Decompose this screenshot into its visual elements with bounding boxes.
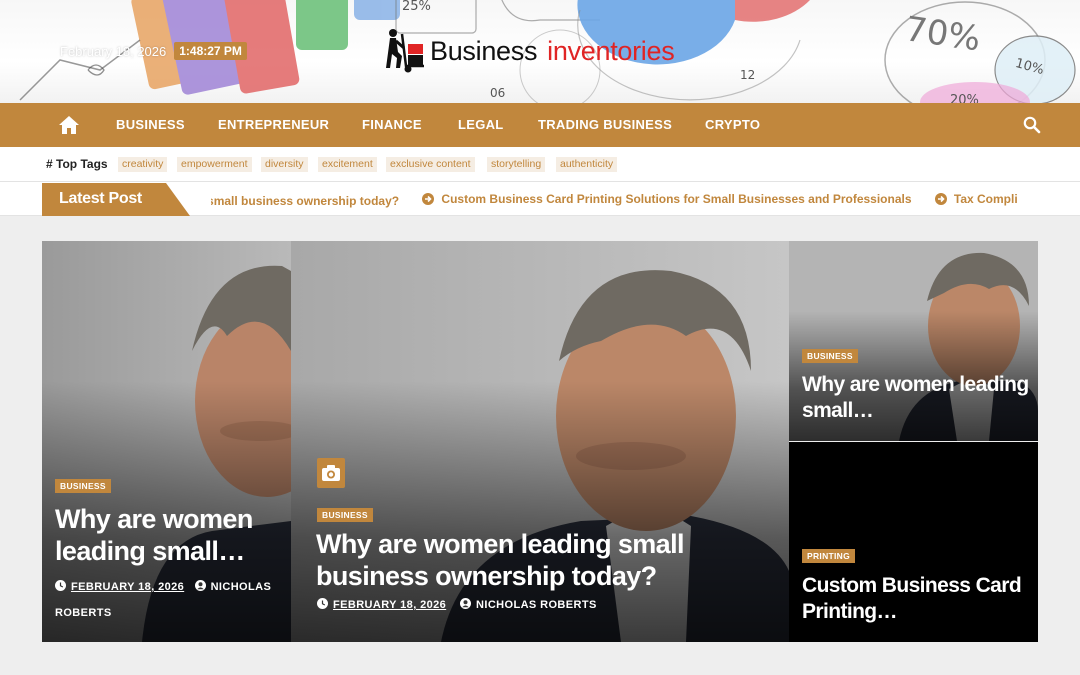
ticker-row: Why are women leading small business own… bbox=[211, 192, 1018, 208]
nav-item-trading-business[interactable]: TRADING BUSINESS bbox=[538, 117, 672, 132]
arrow-circle-right-icon bbox=[934, 193, 947, 205]
clock-icon bbox=[55, 580, 66, 591]
clock-icon bbox=[317, 598, 328, 609]
post-title[interactable]: Why are women leading small… bbox=[802, 372, 1032, 423]
ticker-item-title: Custom Business Card Printing Solutions … bbox=[441, 192, 912, 206]
featured-post-card-left[interactable]: BUSINESS Why are women leading small… FE… bbox=[42, 241, 291, 642]
banner-label-12: 12 bbox=[740, 68, 755, 82]
nav-item-legal[interactable]: LEGAL bbox=[458, 117, 504, 132]
header-banner: 25% 12 06 70% 10% 20% February 18, 2026 … bbox=[0, 0, 1080, 103]
post-author[interactable]: NICHOLAS ROBERTS bbox=[476, 599, 597, 611]
category-badge[interactable]: PRINTING bbox=[802, 549, 856, 563]
main-navigation: BUSINESS ENTREPRENEUR FINANCE LEGAL TRAD… bbox=[0, 103, 1080, 147]
ticker-item-title: Tax Compli bbox=[953, 192, 1018, 206]
post-title[interactable]: Why are women leading small… bbox=[55, 503, 285, 568]
ticker-item-title: Why are women leading small business own… bbox=[211, 194, 400, 208]
post-title[interactable]: Custom Business Card Printing… bbox=[802, 573, 1032, 624]
post-title[interactable]: Why are women leading small business own… bbox=[316, 528, 756, 593]
featured-post-card-top-right[interactable]: BUSINESS Why are women leading small… bbox=[789, 241, 1038, 441]
tag-empowerment[interactable]: empowerment bbox=[177, 157, 252, 172]
header-datetime: February 18, 2026 1:48:27 PM bbox=[60, 42, 247, 60]
site-logo[interactable]: Business inventories bbox=[380, 28, 675, 74]
latest-post-label: Latest Post bbox=[59, 190, 142, 207]
banner-label-25: 25% bbox=[402, 0, 431, 14]
tag-storytelling[interactable]: storytelling bbox=[487, 157, 546, 172]
logo-word-business: Business bbox=[430, 35, 538, 66]
header-time: 1:48:27 PM bbox=[174, 42, 247, 60]
ticker-window: Why are women leading small business own… bbox=[211, 182, 1038, 216]
post-date[interactable]: FEBRUARY 18, 2026 bbox=[333, 599, 446, 611]
hand-truck-icon bbox=[386, 29, 424, 73]
category-badge[interactable]: BUSINESS bbox=[55, 479, 111, 493]
featured-post-card-center[interactable]: BUSINESS Why are women leading small bus… bbox=[291, 241, 789, 642]
ticker-item[interactable]: Tax Compli bbox=[934, 192, 1018, 206]
tag-creativity[interactable]: creativity bbox=[118, 157, 168, 172]
category-badge[interactable]: BUSINESS bbox=[317, 508, 373, 522]
featured-post-card-bottom-right[interactable]: PRINTING Custom Business Card Printing… bbox=[789, 442, 1038, 642]
nav-item-finance[interactable]: FINANCE bbox=[362, 117, 422, 132]
banner-label-06: 06 bbox=[490, 86, 505, 100]
post-meta: FEBRUARY 18, 2026 NICHOLAS ROBERTS bbox=[317, 598, 597, 611]
logo-word-inventories: inventories bbox=[547, 35, 675, 66]
tag-diversity[interactable]: diversity bbox=[261, 157, 308, 172]
nav-item-entrepreneur[interactable]: ENTREPRENEUR bbox=[218, 117, 329, 132]
user-icon bbox=[194, 580, 206, 591]
ticker-item[interactable]: Why are women leading small business own… bbox=[211, 194, 399, 208]
category-badge[interactable]: BUSINESS bbox=[802, 349, 858, 363]
user-icon bbox=[460, 598, 472, 609]
banner-label-20: 20% bbox=[950, 93, 979, 103]
top-tags-bar: # Top Tags creativity empowerment divers… bbox=[0, 147, 1080, 182]
search-icon[interactable] bbox=[1022, 115, 1042, 135]
nav-item-business[interactable]: BUSINESS bbox=[116, 117, 185, 132]
latest-post-ticker: Latest Post Why are women leading small … bbox=[0, 182, 1080, 216]
banner-label-70: 70% bbox=[903, 9, 983, 59]
tag-authenticity[interactable]: authenticity bbox=[556, 157, 618, 172]
post-meta: FEBRUARY 18, 2026 NICHOLAS ROBERTS bbox=[55, 574, 285, 626]
header-date: February 18, 2026 bbox=[60, 43, 167, 59]
tag-exclusive-content[interactable]: exclusive content bbox=[386, 157, 475, 172]
tag-excitement[interactable]: excitement bbox=[318, 157, 377, 172]
arrow-circle-right-icon bbox=[422, 193, 435, 205]
post-date[interactable]: FEBRUARY 18, 2026 bbox=[71, 581, 184, 593]
home-icon[interactable] bbox=[58, 114, 80, 136]
top-tags-title: # Top Tags bbox=[46, 157, 108, 171]
ticker-item[interactable]: Custom Business Card Printing Solutions … bbox=[422, 192, 912, 206]
camera-icon[interactable] bbox=[317, 458, 345, 488]
top-tags-label: Top Tags bbox=[56, 157, 108, 171]
nav-item-crypto[interactable]: CRYPTO bbox=[705, 117, 760, 132]
